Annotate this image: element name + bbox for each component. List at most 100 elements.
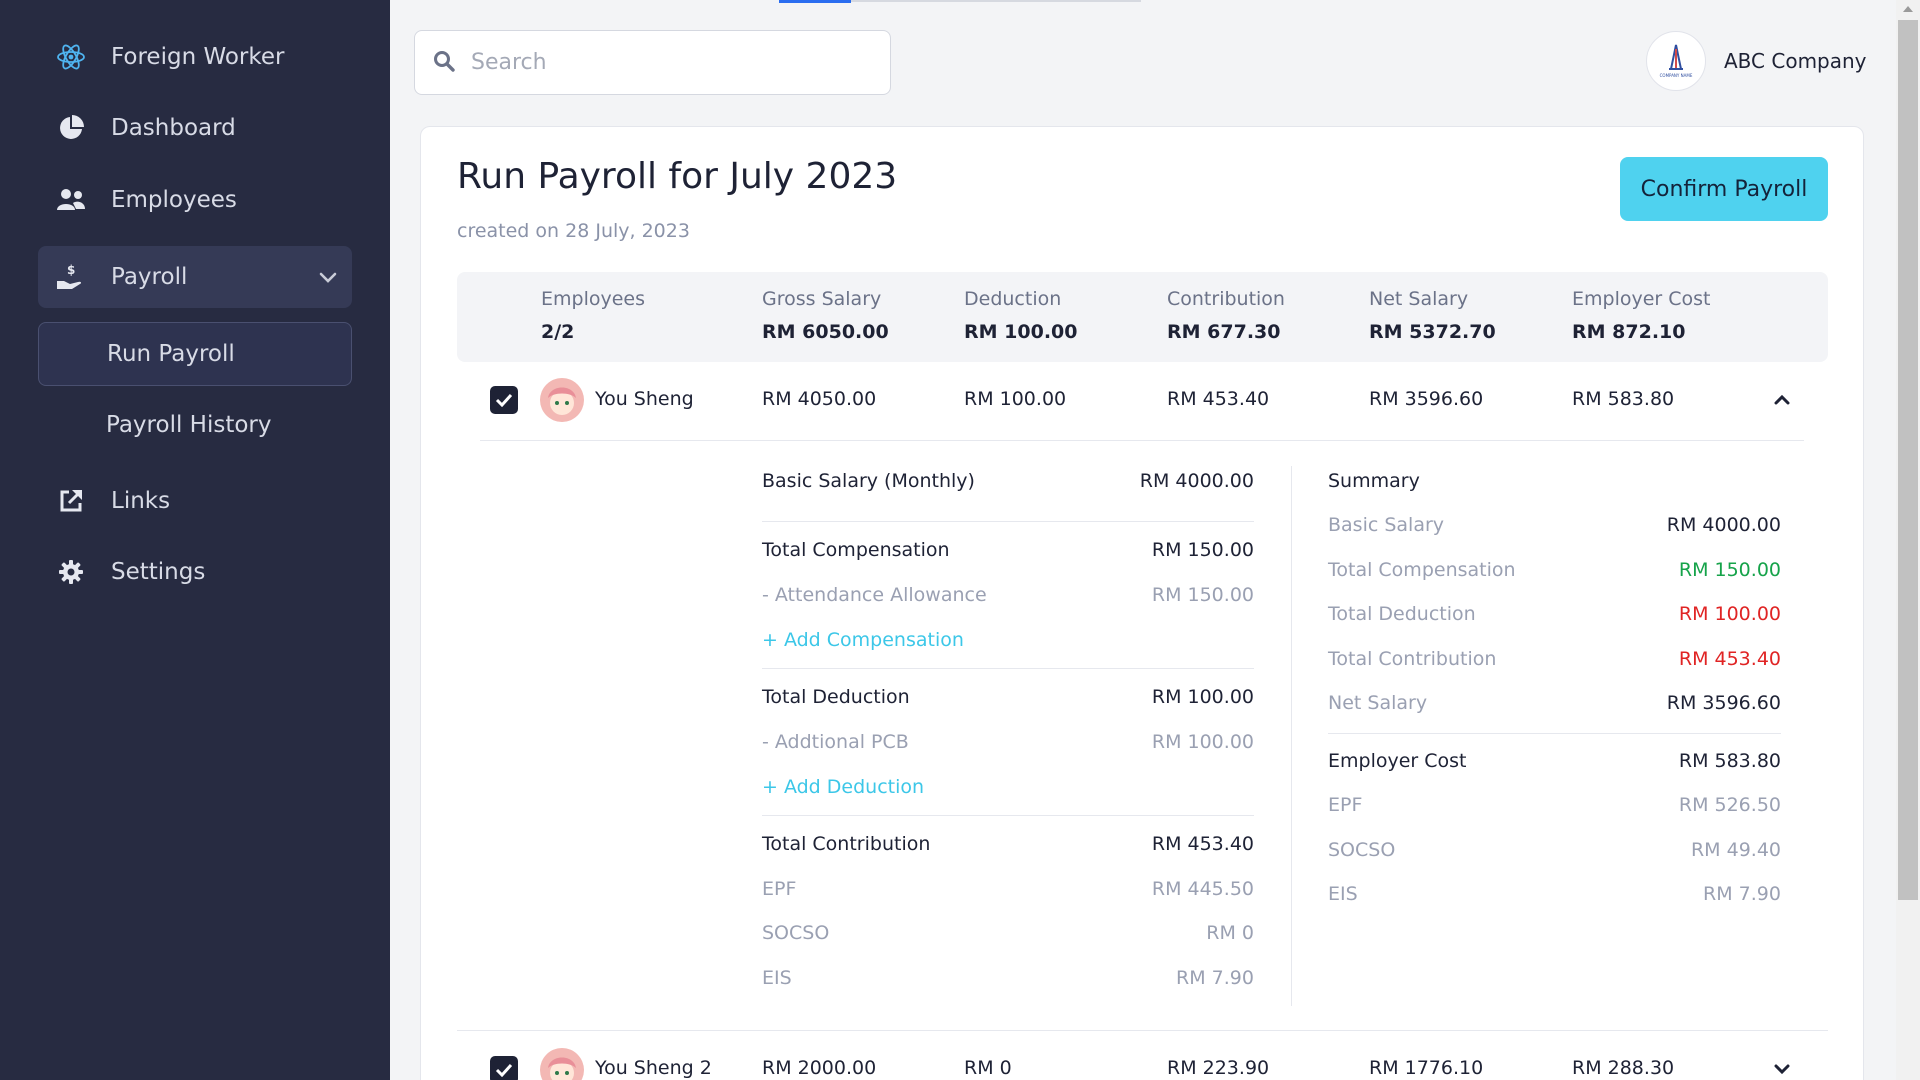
employee-contribution: RM 223.90 <box>1167 1057 1270 1079</box>
total-compensation-value: RM 150.00 <box>1151 539 1254 561</box>
basic-salary-label: Basic Salary (Monthly) <box>762 470 975 492</box>
eis-value: RM 7.90 <box>1176 967 1254 989</box>
add-compensation-link[interactable]: + Add Compensation <box>762 629 964 651</box>
check-icon <box>495 1063 513 1077</box>
employee-employer-cost: RM 288.30 <box>1572 1057 1675 1079</box>
sidebar-item-dashboard[interactable]: Dashboard <box>38 97 352 159</box>
epf-label: EPF <box>762 878 797 900</box>
summary-header-net: Net Salary <box>1369 288 1469 310</box>
sidebar-item-employees[interactable]: Employees <box>38 169 352 231</box>
detail-column-divider <box>1291 466 1292 1006</box>
employee-contribution: RM 453.40 <box>1167 388 1270 410</box>
confirm-payroll-button[interactable]: Confirm Payroll <box>1620 157 1828 221</box>
divider <box>762 668 1254 669</box>
chevron-down-icon <box>318 265 338 291</box>
sidebar-item-label: Dashboard <box>111 115 236 141</box>
scrollbar-thumb[interactable] <box>1898 20 1918 900</box>
pie-chart-icon <box>55 112 87 144</box>
search-input[interactable] <box>471 50 851 75</box>
employer-eis-label: EIS <box>1328 883 1358 905</box>
epf-value: RM 445.50 <box>1151 878 1254 900</box>
sidebar-item-label: Links <box>111 488 171 514</box>
company-logo: COMPANY NAME <box>1646 31 1706 91</box>
sidebar-item-settings[interactable]: Settings <box>38 541 352 603</box>
total-contribution-value: RM 453.40 <box>1151 833 1254 855</box>
sidebar-item-label: Payroll History <box>106 412 272 438</box>
gear-icon <box>55 556 87 588</box>
chevron-down-icon <box>1774 1064 1790 1075</box>
hand-dollar-icon: $ <box>55 261 87 293</box>
sidebar-item-links[interactable]: Links <box>38 470 352 532</box>
sidebar-item-label: Employees <box>111 187 237 213</box>
employer-socso-label: SOCSO <box>1328 839 1396 861</box>
employee-gross: RM 2000.00 <box>762 1057 877 1079</box>
summary-value-deduction: RM 100.00 <box>964 321 1078 343</box>
compensation-item-label: - Attendance Allowance <box>762 584 987 606</box>
divider <box>762 521 1254 522</box>
svg-text:COMPANY NAME: COMPANY NAME <box>1660 73 1693 78</box>
employer-cost-label: Employer Cost <box>1328 750 1467 772</box>
sidebar-item-label: Run Payroll <box>107 341 235 367</box>
employee-deduction: RM 100.00 <box>964 388 1067 410</box>
sidebar-item-label: Foreign Worker <box>111 44 285 70</box>
employer-eis-value: RM 7.90 <box>1703 883 1781 905</box>
sidebar-item-run-payroll[interactable]: Run Payroll <box>38 322 352 386</box>
employee-employer-cost: RM 583.80 <box>1572 388 1675 410</box>
collapse-row-button[interactable] <box>1770 388 1794 412</box>
summary-header-deduction: Deduction <box>964 288 1062 310</box>
summary-value-gross: RM 6050.00 <box>762 321 889 343</box>
divider <box>762 815 1254 816</box>
employee-name: You Sheng 2 <box>595 1057 712 1079</box>
external-link-icon <box>55 485 87 517</box>
atom-icon <box>55 41 87 73</box>
employee-checkbox[interactable] <box>490 386 518 414</box>
employee-net: RM 1776.10 <box>1369 1057 1484 1079</box>
deduction-item-label: - Addtional PCB <box>762 731 909 753</box>
employer-epf-label: EPF <box>1328 794 1363 816</box>
chevron-up-icon <box>1774 394 1790 405</box>
search-box[interactable] <box>414 30 891 95</box>
search-icon <box>433 50 455 76</box>
payroll-summary-bar <box>457 272 1828 362</box>
employee-name: You Sheng <box>595 388 694 410</box>
scroll-up-arrow-icon[interactable] <box>1903 6 1913 12</box>
deduction-item-value: RM 100.00 <box>1151 731 1254 753</box>
summary-title: Summary <box>1328 470 1420 492</box>
basic-salary-value: RM 4000.00 <box>1139 470 1254 492</box>
summary-header-employer-cost: Employer Cost <box>1572 288 1711 310</box>
sidebar-item-payroll[interactable]: $ Payroll <box>38 246 352 308</box>
summary-value-employees: 2/2 <box>541 321 575 343</box>
row-divider <box>457 1030 1828 1031</box>
summary-compensation-value: RM 150.00 <box>1678 559 1781 581</box>
summary-net-label: Net Salary <box>1328 692 1428 714</box>
employer-socso-value: RM 49.40 <box>1690 839 1781 861</box>
summary-basic-value: RM 4000.00 <box>1666 514 1781 536</box>
summary-header-gross: Gross Salary <box>762 288 882 310</box>
socso-value: RM 0 <box>1206 922 1254 944</box>
sidebar-item-payroll-history[interactable]: Payroll History <box>38 393 352 457</box>
summary-header-employees: Employees <box>541 288 645 310</box>
compensation-item-value: RM 150.00 <box>1151 584 1254 606</box>
summary-deduction-value: RM 100.00 <box>1678 603 1781 625</box>
total-deduction-label: Total Deduction <box>762 686 910 708</box>
employee-net: RM 3596.60 <box>1369 388 1484 410</box>
expand-row-button[interactable] <box>1770 1057 1794 1080</box>
users-icon <box>55 184 87 216</box>
sidebar-item-foreign-worker[interactable]: Foreign Worker <box>38 26 352 88</box>
row-divider <box>480 440 1804 441</box>
summary-compensation-label: Total Compensation <box>1328 559 1516 581</box>
top-tab-indicator <box>779 0 1141 3</box>
divider <box>1328 733 1781 734</box>
summary-header-contribution: Contribution <box>1167 288 1285 310</box>
summary-value-net: RM 5372.70 <box>1369 321 1496 343</box>
add-deduction-link[interactable]: + Add Deduction <box>762 776 924 798</box>
summary-net-value: RM 3596.60 <box>1666 692 1781 714</box>
summary-deduction-label: Total Deduction <box>1328 603 1476 625</box>
employee-checkbox[interactable] <box>490 1056 518 1080</box>
company-profile[interactable]: COMPANY NAME ABC Company <box>1646 30 1867 92</box>
company-name: ABC Company <box>1724 49 1867 73</box>
summary-contribution-value: RM 453.40 <box>1678 648 1781 670</box>
sidebar: Foreign Worker Dashboard Employees $ Pay… <box>0 0 390 1080</box>
svg-text:$: $ <box>67 263 75 277</box>
employee-gross: RM 4050.00 <box>762 388 877 410</box>
